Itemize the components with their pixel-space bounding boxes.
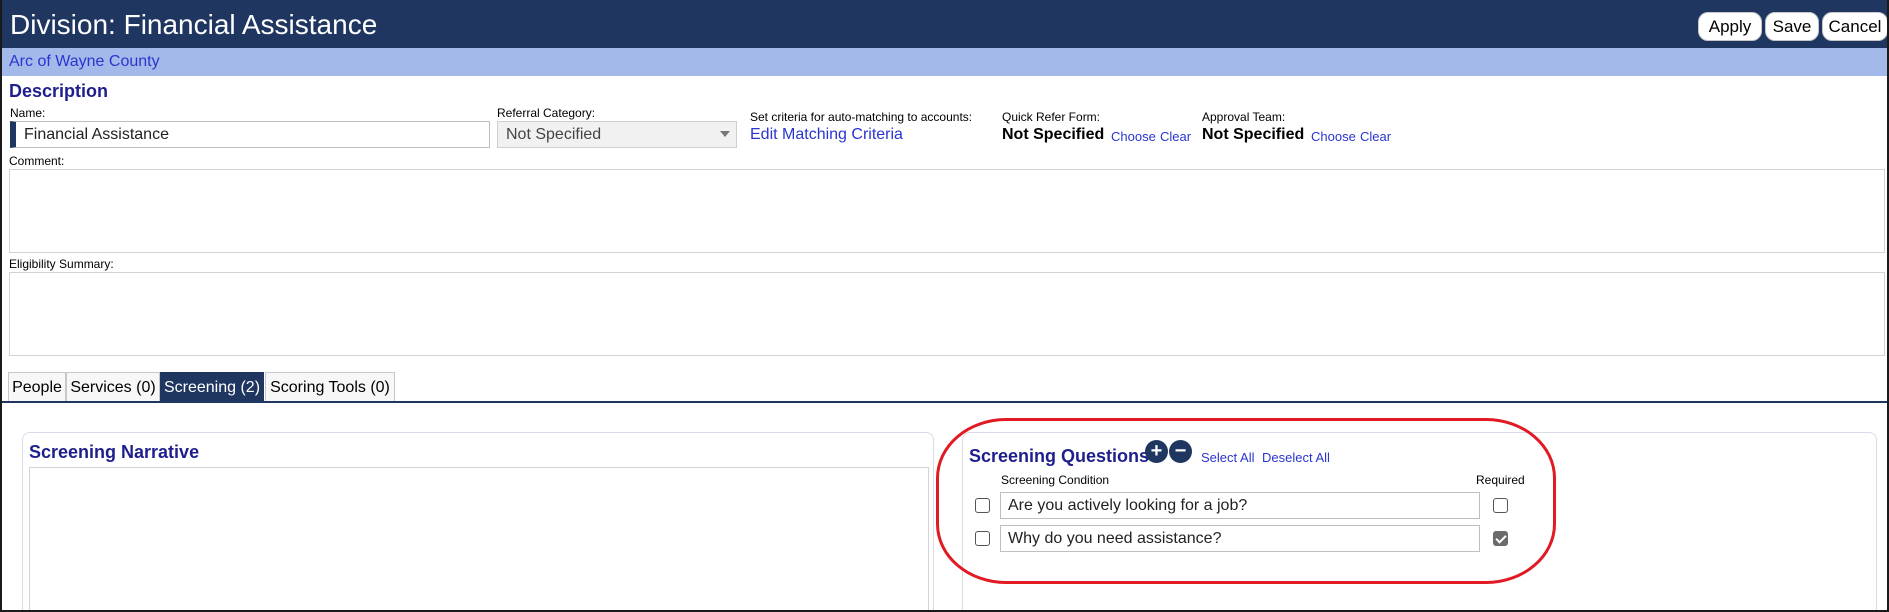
plus-circle-icon[interactable]: + xyxy=(1145,440,1168,463)
tab-screening[interactable]: Screening (2) xyxy=(160,372,264,402)
eligibility-summary-field[interactable] xyxy=(9,272,1885,356)
quick-refer-form-label: Quick Refer Form: xyxy=(1002,110,1101,124)
screening-question-field[interactable]: Why do you need assistance? xyxy=(1000,525,1480,552)
deselect-all-link[interactable]: Deselect All xyxy=(1262,450,1330,465)
eligibility-summary-label: Eligibility Summary: xyxy=(9,257,114,271)
referral-category-label: Referral Category: xyxy=(497,106,596,120)
approval-team-label: Approval Team: xyxy=(1202,110,1286,124)
referral-category-value: Not Specified xyxy=(506,126,602,143)
minus-circle-icon[interactable]: − xyxy=(1169,440,1192,463)
screening-questions-title: Screening Questions xyxy=(969,446,1150,466)
select-all-link[interactable]: Select All xyxy=(1201,450,1254,465)
approval-team-value: Not Specified xyxy=(1202,126,1305,143)
organization-link[interactable]: Arc of Wayne County xyxy=(9,53,160,71)
name-field[interactable]: Financial Assistance xyxy=(10,121,490,148)
edit-matching-criteria-link[interactable]: Edit Matching Criteria xyxy=(750,126,903,144)
window-frame: Division: Financial Assistance Apply Sav… xyxy=(0,0,1889,612)
quick-refer-choose-link[interactable]: Choose xyxy=(1111,129,1156,144)
quick-refer-clear-link[interactable]: Clear xyxy=(1160,129,1191,144)
tab-people[interactable]: People xyxy=(8,372,66,402)
cancel-button[interactable]: Cancel xyxy=(1822,12,1887,41)
comment-label: Comment: xyxy=(9,154,65,168)
approval-team-clear-link[interactable]: Clear xyxy=(1360,129,1391,144)
page-title: Division: Financial Assistance xyxy=(10,9,378,40)
save-button[interactable]: Save xyxy=(1765,12,1819,41)
organization-bar: Arc of Wayne County xyxy=(2,48,1887,76)
required-header: Required xyxy=(1476,473,1525,487)
referral-category-select[interactable]: Not Specified xyxy=(497,121,737,148)
chevron-down-icon xyxy=(720,131,730,137)
screening-question-field[interactable]: Are you actively looking for a job? xyxy=(1000,492,1480,519)
screening-narrative-title: Screening Narrative xyxy=(29,442,200,462)
question-required-checkbox[interactable] xyxy=(1493,531,1508,546)
tab-services[interactable]: Services (0) xyxy=(66,372,160,402)
tab-divider xyxy=(2,401,1887,403)
name-label: Name: xyxy=(10,106,46,120)
page-header: Division: Financial Assistance Apply Sav… xyxy=(2,0,1887,48)
tab-scoring-tools[interactable]: Scoring Tools (0) xyxy=(265,372,395,402)
screening-narrative-field[interactable] xyxy=(29,467,929,610)
screening-narrative-panel: Screening Narrative xyxy=(22,432,934,610)
comment-field[interactable] xyxy=(9,169,1885,253)
question-required-checkbox[interactable] xyxy=(1493,498,1508,513)
question-select-checkbox[interactable] xyxy=(975,531,990,546)
matching-criteria-label: Set criteria for auto-matching to accoun… xyxy=(750,110,973,124)
screening-condition-header: Screening Condition xyxy=(1001,473,1110,487)
quick-refer-form-value: Not Specified xyxy=(1002,126,1105,143)
apply-button[interactable]: Apply xyxy=(1698,12,1762,41)
question-select-checkbox[interactable] xyxy=(975,498,990,513)
approval-team-choose-link[interactable]: Choose xyxy=(1311,129,1356,144)
description-title: Description xyxy=(9,81,109,101)
